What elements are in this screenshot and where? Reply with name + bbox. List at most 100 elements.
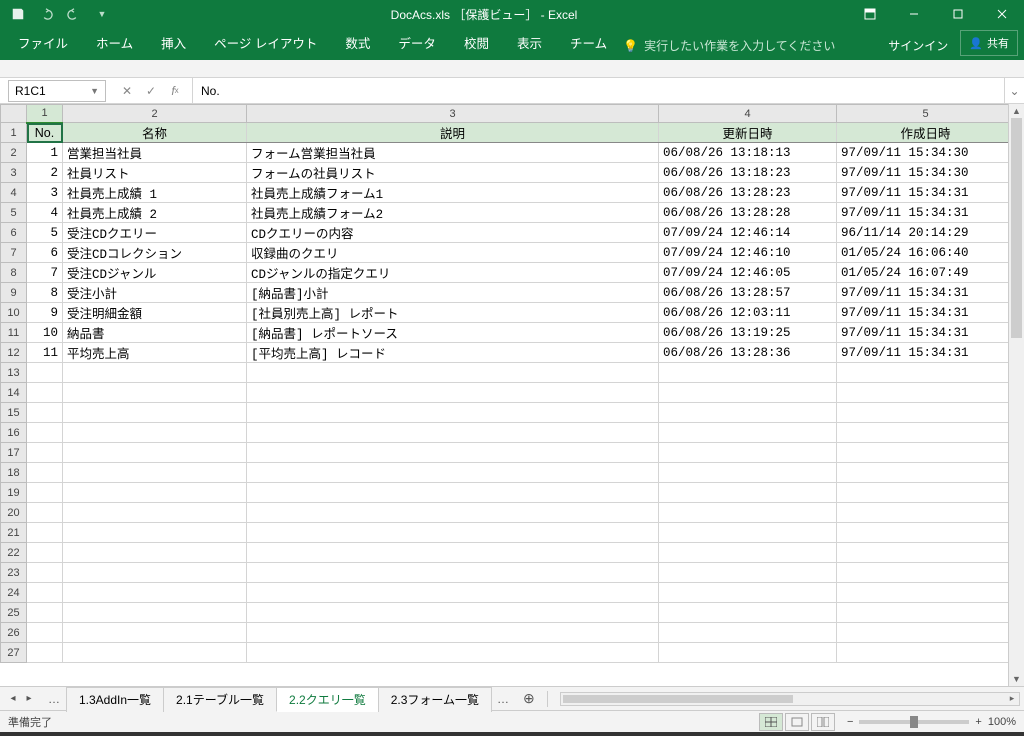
row-header[interactable]: 7 [1, 243, 27, 263]
cell[interactable]: 06/08/26 13:28:36 [659, 343, 837, 363]
cell[interactable]: 7 [27, 263, 63, 283]
cell[interactable] [837, 423, 1009, 443]
page-break-view-button[interactable] [811, 713, 835, 731]
row-header[interactable]: 6 [1, 223, 27, 243]
tab-list-ellipsis-left[interactable]: … [42, 692, 66, 706]
cell[interactable] [659, 483, 837, 503]
cell[interactable]: 営業担当社員 [63, 143, 247, 163]
cell[interactable] [27, 483, 63, 503]
cell[interactable]: CDクエリーの内容 [247, 223, 659, 243]
close-button[interactable] [980, 0, 1024, 28]
row-header[interactable]: 11 [1, 323, 27, 343]
cell[interactable] [247, 523, 659, 543]
scroll-up-arrow[interactable]: ▲ [1009, 104, 1024, 118]
cell[interactable]: 1 [27, 143, 63, 163]
ribbon-tab-3[interactable]: ページ レイアウト [202, 27, 329, 60]
cell[interactable] [837, 603, 1009, 623]
enter-formula-button[interactable]: ✓ [140, 81, 162, 101]
cell[interactable] [837, 623, 1009, 643]
row-header[interactable]: 21 [1, 523, 27, 543]
cell[interactable]: 収録曲のクエリ [247, 243, 659, 263]
cell[interactable] [659, 523, 837, 543]
ribbon-tab-5[interactable]: データ [386, 27, 448, 60]
row-header[interactable]: 2 [1, 143, 27, 163]
row-header[interactable]: 18 [1, 463, 27, 483]
column-header[interactable]: 5 [837, 105, 1009, 123]
cell[interactable] [63, 443, 247, 463]
cell[interactable] [837, 403, 1009, 423]
cell[interactable] [247, 363, 659, 383]
cell[interactable]: 受注小計 [63, 283, 247, 303]
undo-button[interactable] [34, 2, 58, 26]
row-header[interactable]: 26 [1, 623, 27, 643]
cell[interactable]: 納品書 [63, 323, 247, 343]
row-header[interactable]: 9 [1, 283, 27, 303]
cell[interactable]: 01/05/24 16:06:40 [837, 243, 1009, 263]
cell[interactable]: [社員別売上高] レポート [247, 303, 659, 323]
cell[interactable]: 受注CDコレクション [63, 243, 247, 263]
cell[interactable] [659, 563, 837, 583]
ribbon-tab-7[interactable]: 表示 [505, 27, 554, 60]
cell[interactable]: 5 [27, 223, 63, 243]
cell[interactable]: 06/08/26 12:03:11 [659, 303, 837, 323]
cell[interactable]: 01/05/24 16:07:49 [837, 263, 1009, 283]
cell[interactable] [837, 383, 1009, 403]
cell[interactable] [27, 383, 63, 403]
row-header[interactable]: 13 [1, 363, 27, 383]
cell[interactable] [27, 543, 63, 563]
cell[interactable] [247, 443, 659, 463]
cell[interactable] [659, 503, 837, 523]
cell[interactable] [27, 503, 63, 523]
zoom-slider[interactable] [859, 720, 969, 724]
vertical-scroll-thumb[interactable] [1011, 118, 1022, 338]
cell[interactable] [247, 503, 659, 523]
cell[interactable] [27, 603, 63, 623]
cell[interactable]: 平均売上高 [63, 343, 247, 363]
cell[interactable] [247, 563, 659, 583]
cell[interactable]: 更新日時 [659, 123, 837, 143]
column-header[interactable]: 3 [247, 105, 659, 123]
minimize-button[interactable] [892, 0, 936, 28]
horizontal-scroll-thumb[interactable] [563, 695, 793, 703]
cell[interactable] [837, 583, 1009, 603]
scroll-down-arrow[interactable]: ▼ [1009, 672, 1024, 686]
cell[interactable]: 97/09/11 15:34:30 [837, 143, 1009, 163]
cell[interactable]: 10 [27, 323, 63, 343]
cell[interactable] [27, 463, 63, 483]
row-header[interactable]: 24 [1, 583, 27, 603]
column-header[interactable]: 1 [27, 105, 63, 123]
row-header[interactable]: 3 [1, 163, 27, 183]
tab-scroll-right-button[interactable]: ▸ [22, 693, 36, 704]
cell[interactable]: 97/09/11 15:34:31 [837, 183, 1009, 203]
cell[interactable] [63, 523, 247, 543]
cell[interactable]: 07/09/24 12:46:14 [659, 223, 837, 243]
ribbon-tab-6[interactable]: 校閲 [452, 27, 501, 60]
cell[interactable]: 97/09/11 15:34:31 [837, 283, 1009, 303]
cell[interactable] [63, 623, 247, 643]
cell[interactable]: 97/09/11 15:34:30 [837, 163, 1009, 183]
cell[interactable] [63, 463, 247, 483]
row-header[interactable]: 23 [1, 563, 27, 583]
cell[interactable] [63, 563, 247, 583]
cell[interactable] [63, 403, 247, 423]
cell[interactable] [27, 403, 63, 423]
cell[interactable] [837, 463, 1009, 483]
cell[interactable] [837, 543, 1009, 563]
cell[interactable]: 07/09/24 12:46:10 [659, 243, 837, 263]
column-header[interactable]: 2 [63, 105, 247, 123]
cell[interactable] [247, 623, 659, 643]
row-header[interactable]: 8 [1, 263, 27, 283]
cell[interactable] [27, 583, 63, 603]
cell[interactable] [837, 643, 1009, 663]
cell[interactable]: 社員売上成績フォーム1 [247, 183, 659, 203]
cell[interactable] [247, 423, 659, 443]
cell[interactable] [27, 443, 63, 463]
cell[interactable]: 8 [27, 283, 63, 303]
cell[interactable] [27, 523, 63, 543]
cell[interactable]: 2 [27, 163, 63, 183]
cell[interactable]: 社員売上成績フォーム2 [247, 203, 659, 223]
row-header[interactable]: 10 [1, 303, 27, 323]
cell[interactable]: 06/08/26 13:18:23 [659, 163, 837, 183]
cell[interactable] [659, 463, 837, 483]
cell[interactable]: [平均売上高] レコード [247, 343, 659, 363]
